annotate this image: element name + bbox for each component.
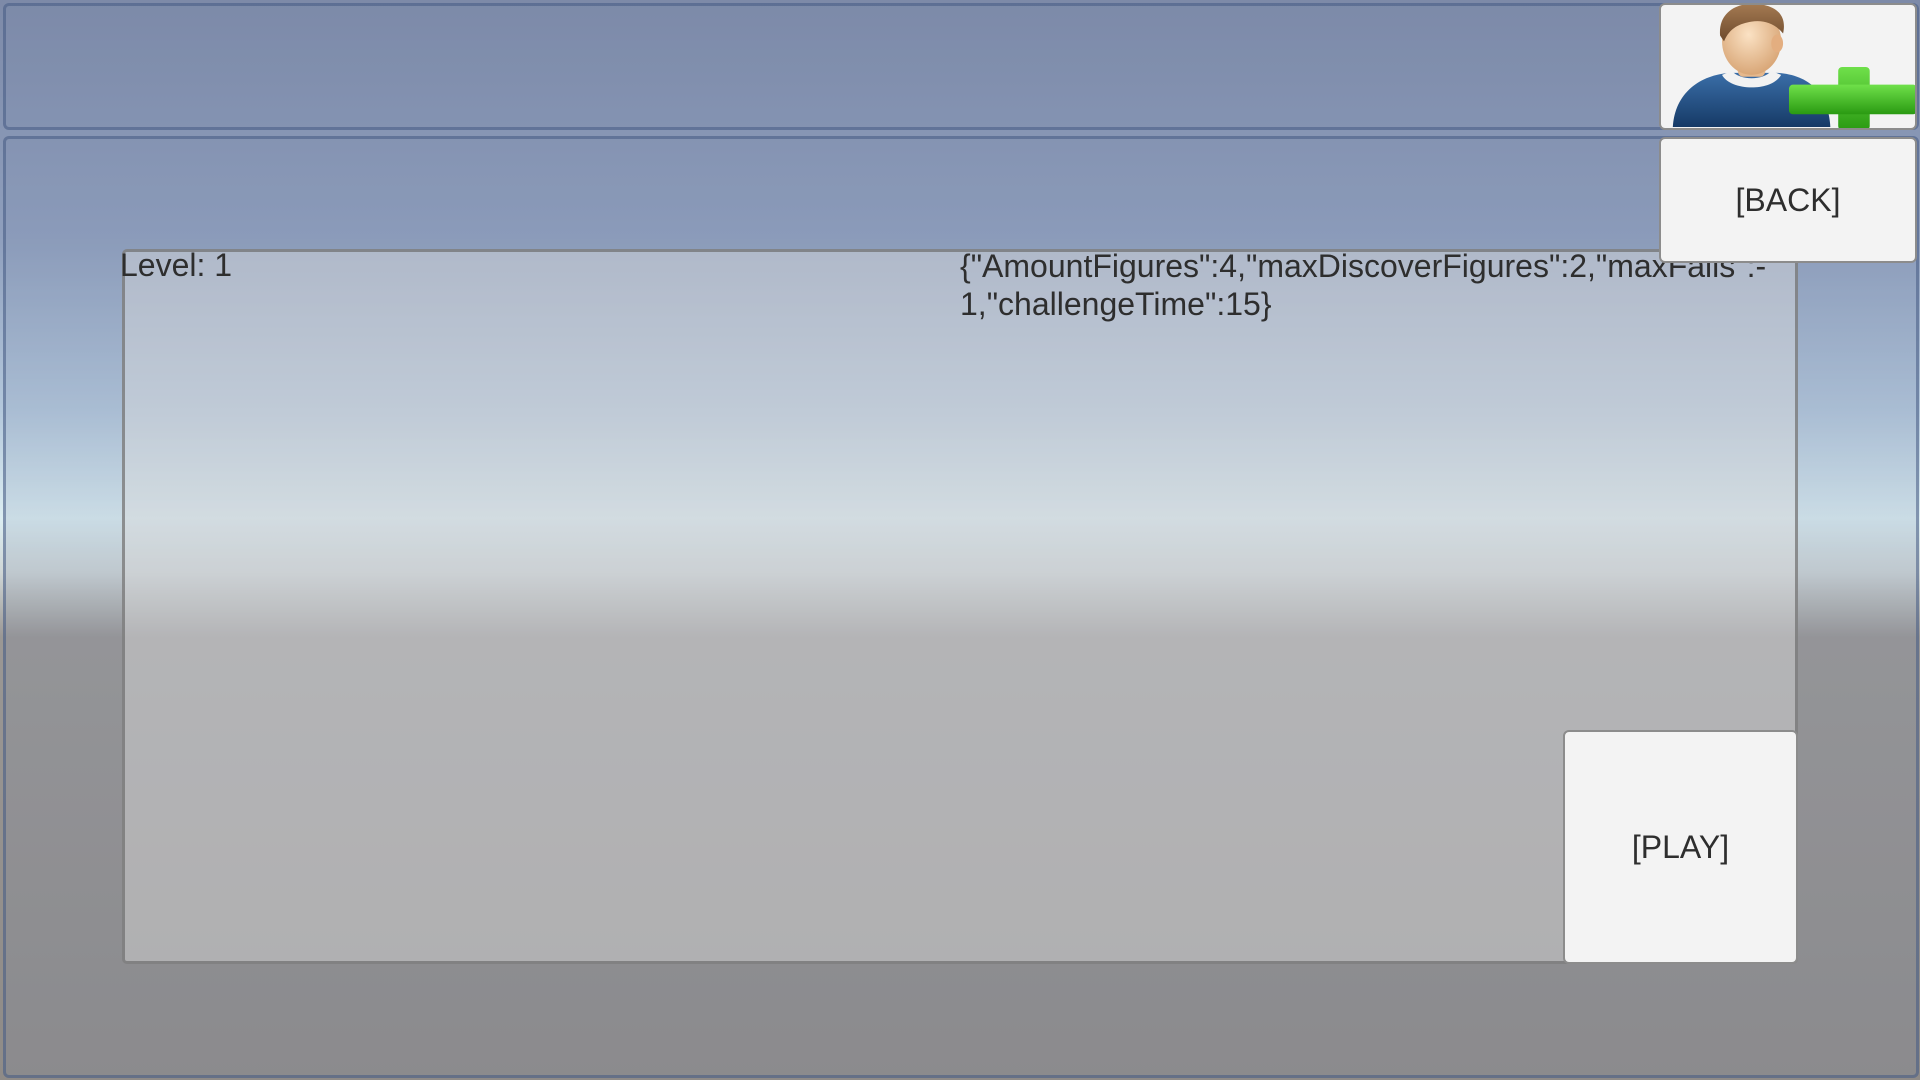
add-user-button[interactable]	[1659, 3, 1917, 130]
level-panel	[122, 249, 1798, 964]
add-user-icon	[1672, 5, 1915, 128]
top-bar	[3, 3, 1919, 130]
back-button[interactable]: [BACK]	[1659, 137, 1917, 263]
level-label: Level: 1	[120, 247, 233, 283]
play-button[interactable]: [PLAY]	[1563, 730, 1798, 964]
